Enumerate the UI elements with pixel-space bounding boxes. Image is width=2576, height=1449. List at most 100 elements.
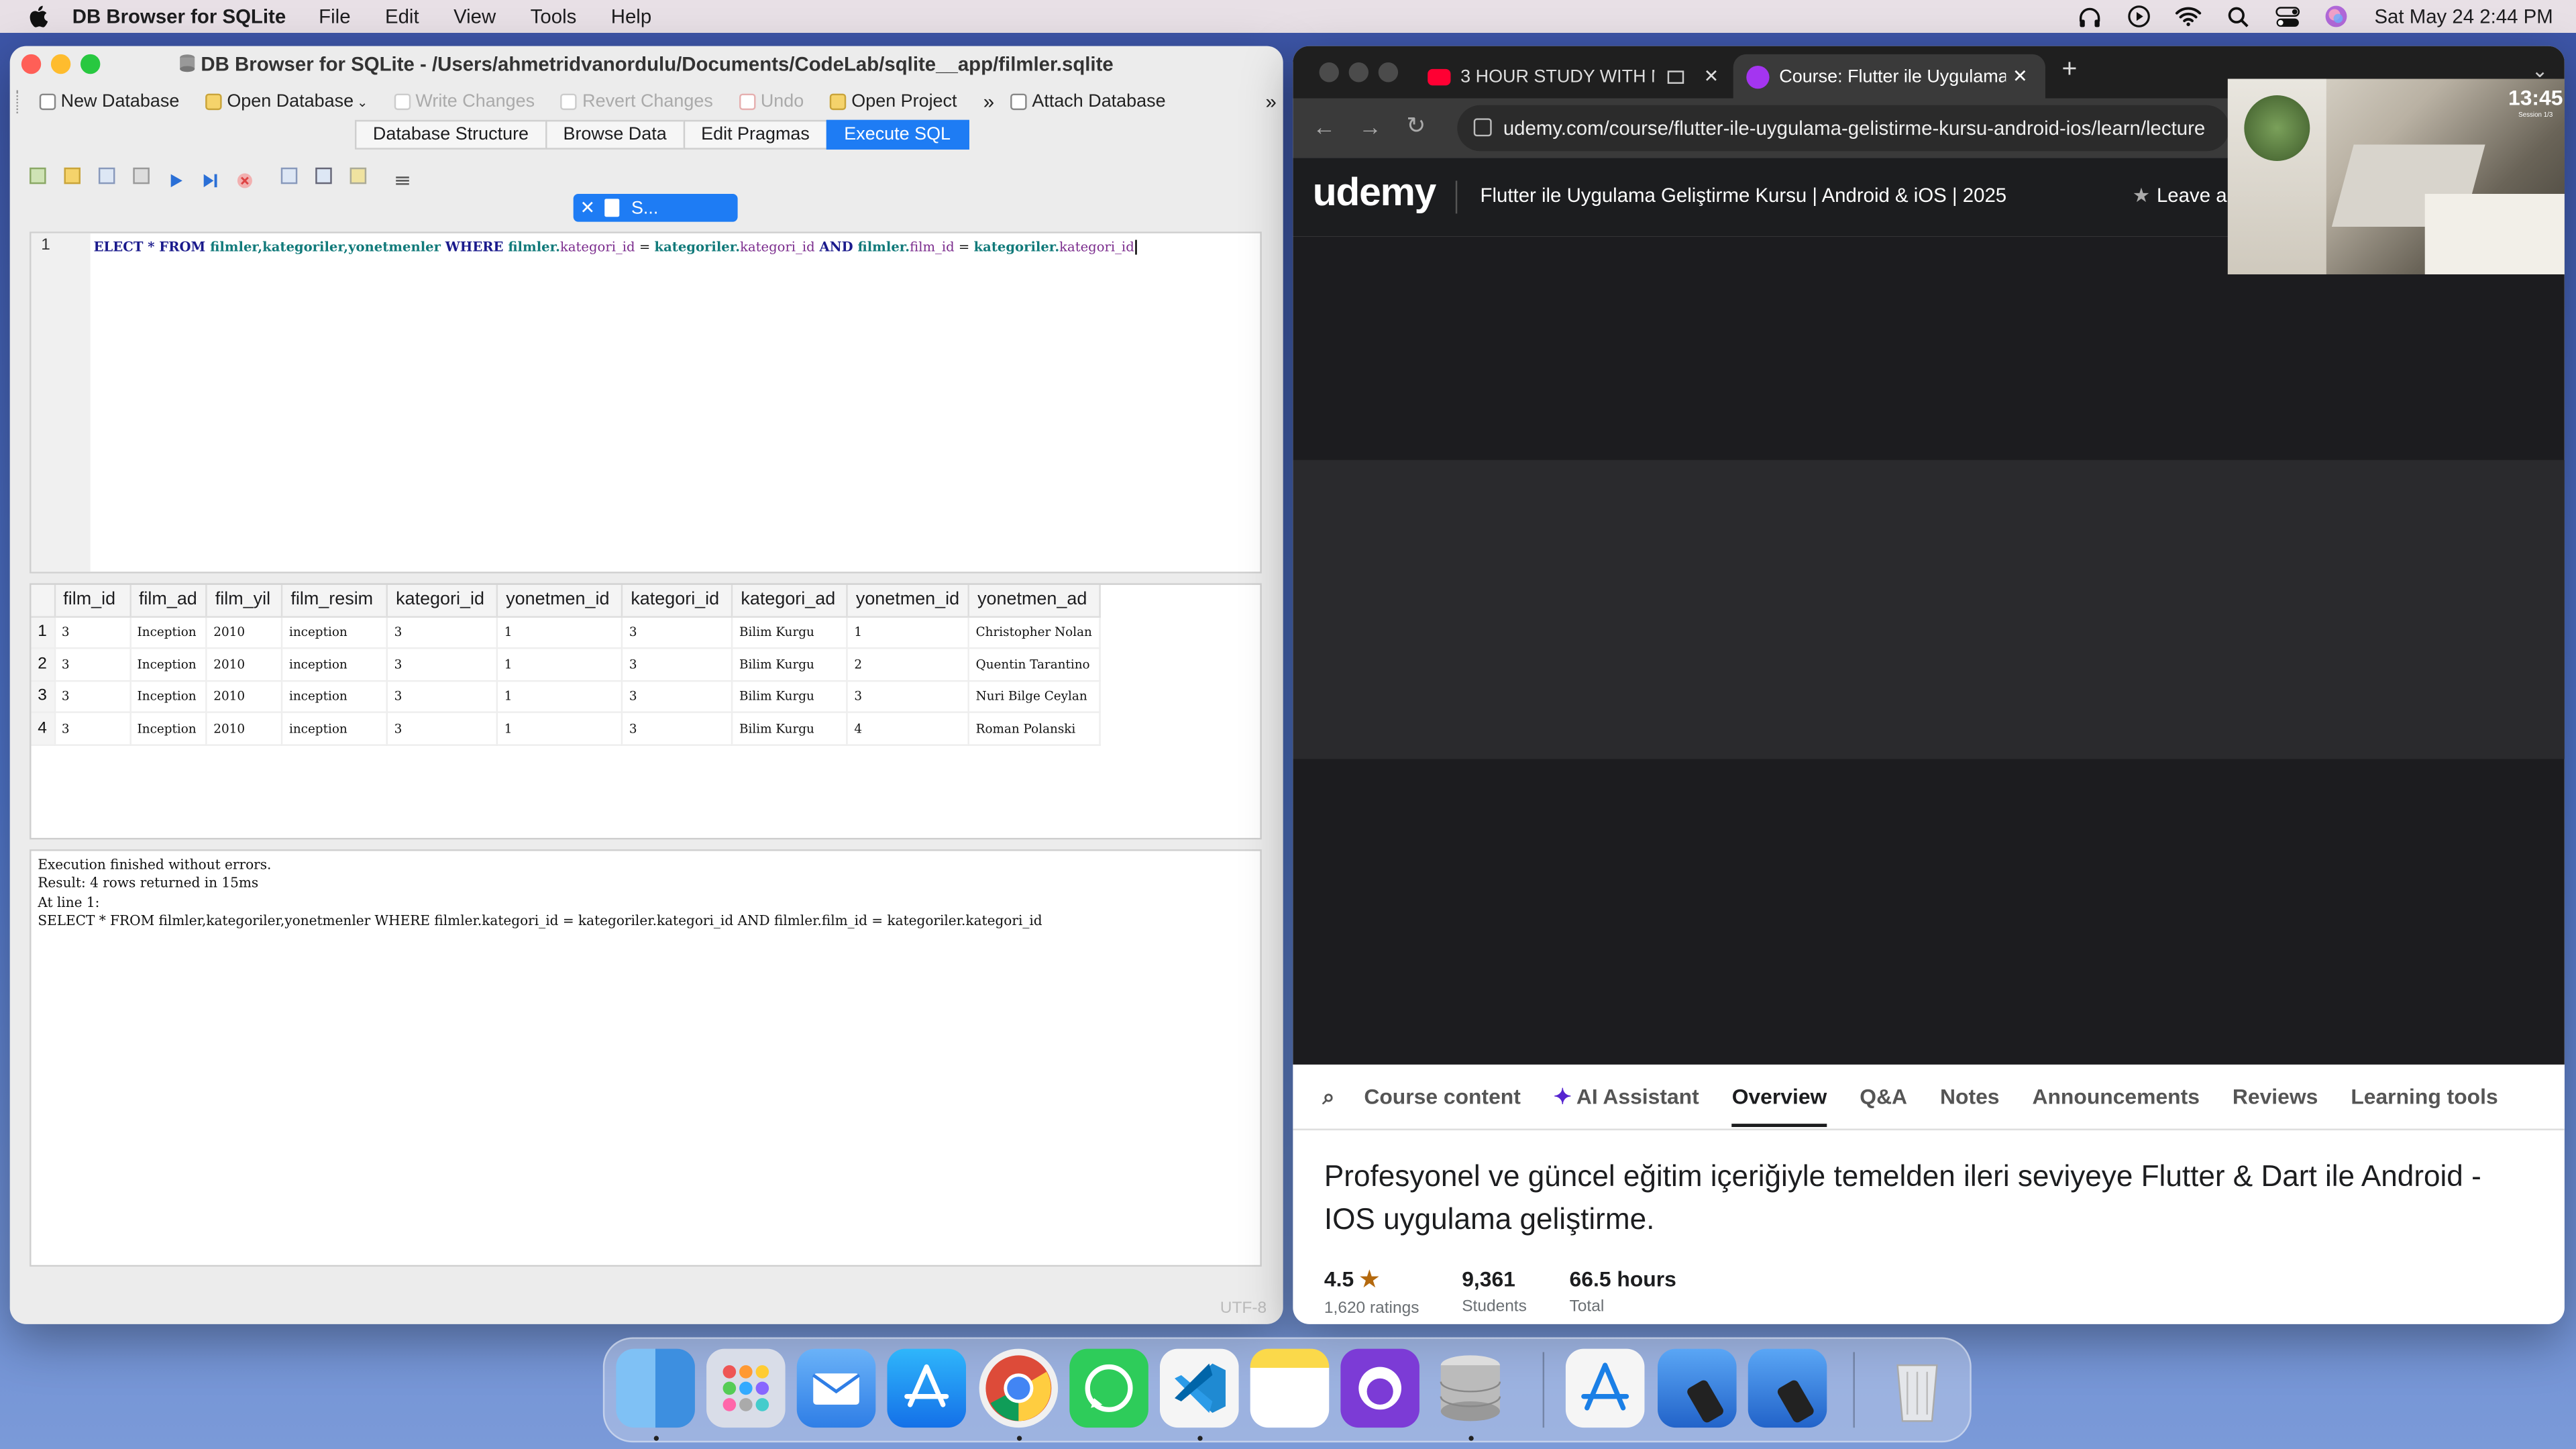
close-window-button[interactable] bbox=[1319, 62, 1339, 83]
table-cell[interactable]: 3 bbox=[621, 648, 733, 682]
table-cell[interactable]: Christopher Nolan bbox=[968, 616, 1101, 649]
column-header[interactable]: yonetmen_id bbox=[496, 584, 623, 617]
table-cell[interactable]: 3 bbox=[54, 648, 131, 682]
table-cell[interactable]: Inception bbox=[129, 712, 207, 745]
find-icon[interactable] bbox=[315, 167, 332, 184]
comment-icon[interactable] bbox=[394, 168, 411, 185]
tab-announcements[interactable]: Announcements bbox=[2032, 1084, 2199, 1109]
dock-finder-icon[interactable] bbox=[616, 1348, 695, 1428]
reload-icon[interactable]: ↻ bbox=[1406, 112, 1426, 140]
table-cell[interactable]: 1 bbox=[847, 616, 969, 649]
menu-view[interactable]: View bbox=[453, 5, 496, 28]
close-tab-icon[interactable]: ✕ bbox=[1704, 66, 1719, 87]
execution-message-pane[interactable]: Execution finished without errors. Resul… bbox=[30, 849, 1262, 1267]
video-player[interactable] bbox=[1293, 236, 2565, 1065]
dock-simulator-icon[interactable] bbox=[1658, 1348, 1737, 1428]
column-header[interactable]: film_id bbox=[54, 584, 131, 617]
tab-reviews[interactable]: Reviews bbox=[2233, 1084, 2318, 1109]
table-cell[interactable]: 3 bbox=[54, 616, 131, 649]
dock-trash-icon[interactable] bbox=[1878, 1349, 1957, 1428]
open-database-button[interactable]: Open Database ⌄ bbox=[205, 92, 368, 112]
dock-app-store-icon[interactable] bbox=[887, 1348, 967, 1428]
udemy-logo[interactable]: udemy bbox=[1313, 171, 1437, 217]
table-cell[interactable]: inception bbox=[281, 616, 388, 649]
table-row[interactable]: 2 3 Inception 2010 inception 3 1 3 Bilim Kurgu 2 Q… bbox=[31, 648, 1101, 682]
table-row[interactable]: 1 3 Inception 2010 inception 3 1 3 Bilim Kurgu 1 C… bbox=[31, 616, 1101, 649]
table-cell[interactable]: Inception bbox=[129, 648, 207, 682]
table-cell[interactable]: 3 bbox=[54, 680, 131, 713]
dock-simulator-2-icon[interactable] bbox=[1748, 1348, 1827, 1428]
table-cell[interactable]: Nuri Bilge Ceylan bbox=[968, 680, 1101, 713]
stop-execution-icon[interactable] bbox=[237, 168, 253, 189]
course-title[interactable]: Flutter ile Uygulama Geliştirme Kursu | … bbox=[1481, 184, 2007, 207]
table-cell[interactable]: 1 bbox=[496, 648, 623, 682]
table-cell[interactable]: inception bbox=[281, 680, 388, 713]
tab-ai-assistant[interactable]: ✦ AI Assistant bbox=[1554, 1083, 1699, 1110]
column-header[interactable]: kategori_id bbox=[386, 584, 498, 617]
save-sql-icon[interactable] bbox=[98, 167, 115, 184]
sql-file-tab[interactable]: ✕ S... bbox=[573, 193, 738, 222]
open-project-button[interactable]: Open Project bbox=[830, 92, 957, 112]
column-header[interactable]: film_yil bbox=[206, 584, 283, 617]
table-cell[interactable]: inception bbox=[281, 712, 388, 745]
back-icon[interactable]: ← bbox=[1313, 113, 1336, 140]
tab-overview[interactable]: Overview bbox=[1731, 1084, 1827, 1128]
tab-qa[interactable]: Q&A bbox=[1860, 1084, 1907, 1109]
table-cell[interactable]: 2010 bbox=[206, 712, 283, 745]
table-row[interactable]: 3 3 Inception 2010 inception 3 1 3 Bilim Kurgu 3 N… bbox=[31, 680, 1101, 713]
minimize-window-button[interactable] bbox=[1348, 62, 1369, 83]
table-cell[interactable]: 3 bbox=[386, 648, 498, 682]
new-database-button[interactable]: New Database bbox=[39, 92, 180, 112]
execute-all-icon[interactable] bbox=[168, 168, 184, 188]
column-header[interactable]: kategori_ad bbox=[731, 584, 848, 617]
table-cell[interactable]: 3 bbox=[847, 680, 969, 713]
site-info-icon[interactable] bbox=[1473, 118, 1492, 137]
play-icon[interactable] bbox=[2127, 5, 2153, 28]
column-header[interactable]: yonetmen_ad bbox=[968, 584, 1101, 617]
menu-help[interactable]: Help bbox=[611, 5, 651, 28]
print-icon[interactable] bbox=[133, 167, 150, 184]
table-row[interactable]: 4 3 Inception 2010 inception 3 1 3 Bilim Kurgu 4 R… bbox=[31, 712, 1101, 745]
dock-github-desktop-icon[interactable] bbox=[1340, 1348, 1419, 1428]
new-tab-icon[interactable]: + bbox=[2061, 56, 2077, 85]
find-replace-icon[interactable] bbox=[350, 167, 367, 184]
write-changes-button[interactable]: Write Changes bbox=[394, 92, 535, 112]
apple-icon[interactable] bbox=[26, 5, 49, 28]
browser-tab-udemy[interactable]: Course: Flutter ile Uygulama ✕ bbox=[1733, 54, 2046, 99]
dock-notes-icon[interactable] bbox=[1250, 1348, 1330, 1428]
save-results-icon[interactable] bbox=[280, 167, 298, 184]
table-cell[interactable]: Bilim Kurgu bbox=[731, 680, 848, 713]
picture-in-picture-icon[interactable] bbox=[1667, 70, 1684, 83]
row-number[interactable]: 1 bbox=[31, 616, 56, 649]
search-icon[interactable] bbox=[2225, 5, 2251, 28]
table-cell[interactable]: Roman Polanski bbox=[968, 712, 1101, 745]
sql-editor[interactable]: 1 ELECT * FROM filmler,kategoriler,yonet… bbox=[30, 231, 1262, 574]
row-number[interactable]: 4 bbox=[31, 712, 56, 745]
browser-tab-youtube[interactable]: 3 HOUR STUDY WITH ME ✕ bbox=[1417, 54, 1723, 99]
open-tab-icon[interactable] bbox=[30, 167, 46, 184]
table-cell[interactable]: Inception bbox=[129, 616, 207, 649]
table-cell[interactable]: 2010 bbox=[206, 648, 283, 682]
table-cell[interactable]: inception bbox=[281, 648, 388, 682]
toolbar-overflow-icon[interactable]: » bbox=[983, 91, 994, 113]
url-field[interactable]: udemy.com/course/flutter-ile-uygulama-ge… bbox=[1457, 105, 2230, 152]
table-cell[interactable]: 1 bbox=[496, 680, 623, 713]
dock-chrome-icon[interactable] bbox=[979, 1348, 1059, 1428]
wifi-icon[interactable] bbox=[2176, 5, 2202, 28]
column-header[interactable]: yonetmen_id bbox=[847, 584, 969, 617]
picture-in-picture-video[interactable]: 13:45 Session 1/3 bbox=[2227, 78, 2565, 274]
undo-button[interactable]: Undo bbox=[739, 92, 804, 112]
column-header[interactable]: film_ad bbox=[129, 584, 207, 617]
app-menu-name[interactable]: DB Browser for SQLite bbox=[72, 5, 286, 28]
forward-icon[interactable]: → bbox=[1358, 113, 1381, 140]
results-grid[interactable]: film_id film_ad film_yil film_resim kategori… bbox=[30, 583, 1262, 840]
table-cell[interactable]: 3 bbox=[54, 712, 131, 745]
table-cell[interactable]: 2 bbox=[847, 648, 969, 682]
tab-learning-tools[interactable]: Learning tools bbox=[2351, 1084, 2498, 1109]
siri-icon[interactable] bbox=[2324, 5, 2350, 28]
table-cell[interactable]: 3 bbox=[386, 616, 498, 649]
dock-whatsapp-icon[interactable] bbox=[1069, 1348, 1148, 1428]
zoom-window-button[interactable] bbox=[1378, 62, 1399, 83]
control-center-icon[interactable] bbox=[2274, 5, 2300, 28]
menu-tools[interactable]: Tools bbox=[531, 5, 577, 28]
